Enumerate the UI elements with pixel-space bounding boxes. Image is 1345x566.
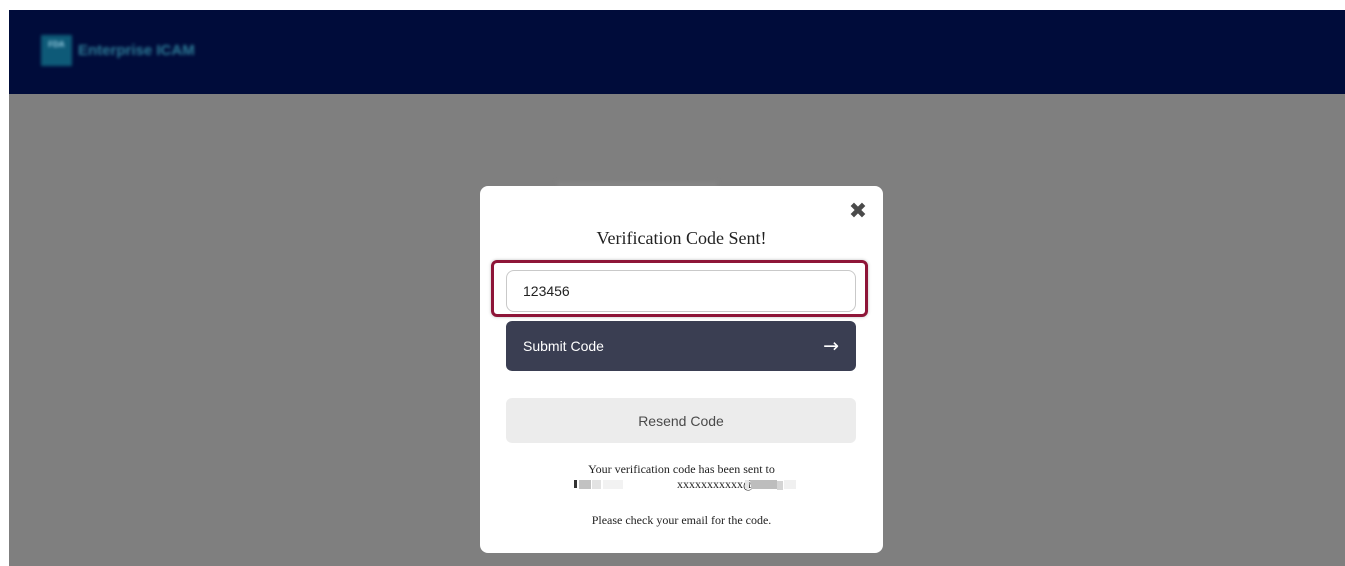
redaction-block bbox=[574, 480, 577, 488]
close-icon[interactable]: ✖ bbox=[848, 201, 868, 223]
app-name: Enterprise ICAM bbox=[78, 41, 195, 59]
verification-modal: ✖ Verification Code Sent! Submit Code → … bbox=[480, 186, 883, 553]
redaction-block bbox=[751, 480, 777, 489]
masked-email-text: xxxxxxxxxxx@ bbox=[677, 477, 755, 491]
modal-title: Verification Code Sent! bbox=[596, 228, 767, 248]
brand: FDA Enterprise ICAM bbox=[41, 34, 195, 66]
submit-code-label: Submit Code bbox=[523, 338, 604, 354]
resend-code-button[interactable]: Resend Code bbox=[506, 398, 856, 443]
submit-code-button[interactable]: Submit Code → bbox=[506, 321, 856, 371]
fda-logo-icon: FDA bbox=[41, 34, 72, 66]
redaction-block bbox=[592, 480, 601, 489]
redaction-block bbox=[579, 480, 591, 489]
redaction-block bbox=[603, 480, 623, 489]
redaction-block bbox=[777, 481, 783, 490]
verification-code-input[interactable] bbox=[506, 270, 856, 312]
sent-message: Your verification code has been sent to bbox=[588, 462, 775, 476]
app-window: FDA Enterprise ICAM ✖ Verification Code … bbox=[9, 10, 1345, 566]
top-header: FDA Enterprise ICAM bbox=[9, 10, 1345, 94]
arrow-right-icon: → bbox=[823, 334, 839, 357]
check-email-message: Please check your email for the code. bbox=[591, 513, 772, 527]
redaction-block bbox=[745, 480, 749, 489]
redaction-block bbox=[784, 480, 796, 489]
masked-email: xxxxxxxxxxx@ bbox=[480, 477, 883, 493]
